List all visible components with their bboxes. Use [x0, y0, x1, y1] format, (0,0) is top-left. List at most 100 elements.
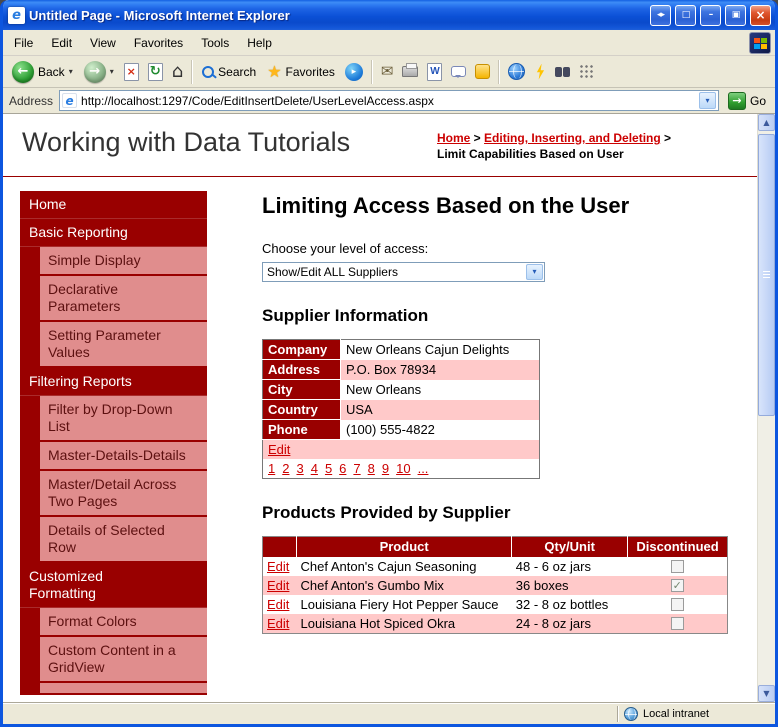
sidebar-item-custom-content-in-a-gridview[interactable]: Custom Content in a GridView — [20, 637, 207, 683]
product-name: Chef Anton's Cajun Seasoning — [300, 558, 477, 574]
menu-item-edit[interactable]: Edit — [42, 31, 81, 55]
stop-button[interactable]: × — [120, 60, 143, 84]
scrollbar-thumb[interactable] — [758, 134, 775, 416]
forward-button[interactable]: → ▾ — [79, 59, 119, 85]
addon-lightning-button[interactable] — [530, 61, 550, 83]
breadcrumb-link-home[interactable]: Home — [437, 131, 470, 145]
title-bar[interactable]: e Untitled Page - Microsoft Internet Exp… — [3, 0, 775, 30]
product-edit-link[interactable]: Edit — [267, 559, 289, 574]
discontinued-checkbox[interactable] — [670, 597, 684, 611]
address-url: http://localhost:1297/Code/EditInsertDel… — [81, 93, 434, 108]
sidebar-section-basic-reporting[interactable]: Basic Reporting — [20, 219, 207, 247]
discontinued-checkbox[interactable]: ✓ — [670, 578, 684, 592]
refresh-icon: ↻ — [147, 62, 163, 81]
pager-link-1[interactable]: 1 — [268, 461, 275, 476]
breadcrumb-separator: > — [470, 131, 485, 145]
sidebar-item-setting-parameter-values[interactable]: Setting Parameter Values — [20, 322, 207, 368]
access-level-select[interactable]: Show/Edit ALL Suppliers ▾ — [262, 262, 545, 282]
sidebar-item-details-of-selected-row[interactable]: Details of Selected Row — [20, 517, 207, 563]
addon-binoculars-button[interactable] — [551, 64, 574, 80]
product-edit-link[interactable]: Edit — [267, 597, 289, 612]
supplier-table: Company New Orleans Cajun Delights Address… — [262, 339, 540, 479]
products-header-discontinued: Discontinued — [627, 536, 728, 557]
pager-link-6[interactable]: 6 — [339, 461, 346, 476]
mail-button[interactable]: ✉ — [377, 61, 398, 82]
addon-grid-button[interactable] — [575, 61, 598, 82]
discontinued-checkbox[interactable] — [670, 616, 684, 630]
product-discontinued-cell — [627, 613, 728, 633]
pager-link-2[interactable]: 2 — [282, 461, 289, 476]
product-edit-link[interactable]: Edit — [267, 616, 289, 631]
combo-dropdown-icon[interactable]: ▾ — [526, 264, 543, 280]
menu-item-file[interactable]: File — [5, 31, 42, 55]
home-icon: ⌂ — [171, 60, 184, 82]
home-button[interactable]: ⌂ — [168, 60, 187, 84]
pager-link-7[interactable]: 7 — [353, 461, 360, 476]
product-edit-link[interactable]: Edit — [267, 578, 289, 593]
back-button[interactable]: ← Back ▾ — [7, 59, 78, 85]
main-content: Limiting Access Based on the User Choose… — [262, 191, 728, 634]
sidebar-item-declarative-parameters[interactable]: Declarative Parameters — [20, 276, 207, 322]
sidebar-item-master-details-details[interactable]: Master-Details-Details — [20, 442, 207, 471]
pager-link-3[interactable]: 3 — [296, 461, 303, 476]
edit-button[interactable]: W — [423, 60, 446, 84]
sidebar-item-format-colors[interactable]: Format Colors — [20, 608, 207, 637]
products-header-edit — [262, 536, 297, 557]
restore-button[interactable]: ▣ — [725, 4, 746, 26]
forward-dropdown-icon[interactable]: ▾ — [110, 67, 114, 76]
pager-link-10[interactable]: 10 — [396, 461, 410, 476]
supplier-edit-row: Edit — [262, 439, 540, 459]
refresh-button[interactable]: ↻ — [144, 60, 167, 84]
pager-link-8[interactable]: 8 — [368, 461, 375, 476]
favorites-button[interactable]: ★ Favorites — [262, 62, 340, 82]
menu-item-view[interactable]: View — [81, 31, 125, 55]
discuss-button[interactable] — [447, 63, 470, 80]
address-input[interactable]: e http://localhost:1297/Code/EditInsertD… — [59, 90, 719, 111]
addon-globe-button[interactable] — [504, 60, 529, 83]
pager-link-4[interactable]: 4 — [311, 461, 318, 476]
supplier-table-body: Company New Orleans Cajun Delights Address… — [262, 339, 540, 479]
globe-zone-icon — [624, 706, 638, 721]
scroll-down-button[interactable]: ▼ — [758, 685, 775, 702]
maximize-button[interactable]: □ — [675, 4, 696, 26]
go-button[interactable]: → Go — [725, 91, 769, 111]
web-page: Working with Data Tutorials Home > Editi… — [3, 114, 757, 702]
scroll-up-button[interactable]: ▲ — [758, 114, 775, 131]
breadcrumb-current: Limit Capabilities Based on User — [437, 146, 624, 161]
supplier-row: City New Orleans — [262, 379, 540, 400]
products-heading: Products Provided by Supplier — [262, 503, 511, 522]
menu-item-tools[interactable]: Tools — [192, 31, 238, 55]
status-bar: Local intranet — [3, 702, 775, 724]
media-button[interactable]: ▸ — [341, 60, 367, 84]
supplier-field-name: Company — [262, 339, 341, 360]
pan-button[interactable]: ◂▸ — [650, 4, 671, 26]
sidebar-section-filtering-reports[interactable]: Filtering Reports — [20, 368, 207, 396]
discontinued-checkbox[interactable] — [670, 559, 684, 573]
back-dropdown-icon[interactable]: ▾ — [69, 67, 73, 76]
close-button[interactable]: × — [750, 4, 771, 26]
sidebar-item-simple-display[interactable]: Simple Display — [20, 247, 207, 276]
back-label: Back — [38, 64, 65, 79]
lightning-icon — [536, 63, 545, 80]
address-dropdown-icon[interactable]: ▾ — [698, 92, 716, 109]
vertical-scrollbar[interactable]: ▲ ▼ — [757, 114, 775, 702]
sidebar-item-label: Setting Parameter Values — [40, 322, 207, 368]
sidebar-item-master-detail-across-two-pages[interactable]: Master/Detail Across Two Pages — [20, 471, 207, 517]
sidebar-item-label: Format Colors — [40, 608, 207, 637]
pager-link-9[interactable]: 9 — [382, 461, 389, 476]
sidebar-section-customized-formatting[interactable]: Customized Formatting — [20, 563, 207, 608]
breadcrumb-link-editing-inserting-and-deleting[interactable]: Editing, Inserting, and Deleting — [484, 131, 661, 145]
products-header-row: Product Qty/Unit Discontinued — [262, 536, 728, 557]
sidebar-section-home[interactable]: Home — [20, 191, 207, 219]
search-button[interactable]: Search — [197, 63, 261, 81]
print-button[interactable] — [398, 63, 422, 80]
minimize-button[interactable]: – — [700, 4, 721, 26]
sidebar-item-label: Declarative Parameters — [40, 276, 207, 322]
sidebar-item-filter-by-drop-down-list[interactable]: Filter by Drop-Down List — [20, 396, 207, 442]
menu-item-favorites[interactable]: Favorites — [125, 31, 192, 55]
supplier-edit-link[interactable]: Edit — [268, 442, 290, 457]
menu-item-help[interactable]: Help — [238, 31, 281, 55]
messenger-button[interactable] — [471, 61, 494, 82]
pager-link-item[interactable]: ... — [418, 461, 429, 476]
pager-link-5[interactable]: 5 — [325, 461, 332, 476]
